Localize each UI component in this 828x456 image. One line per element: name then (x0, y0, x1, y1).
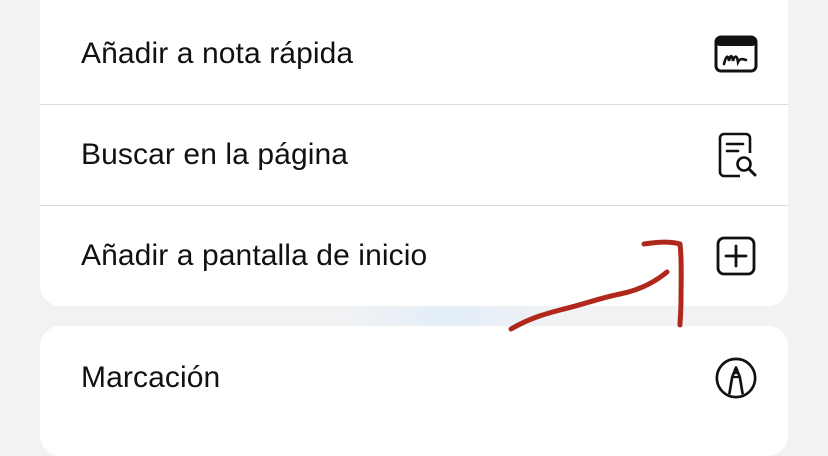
markup-group: Marcación (40, 326, 788, 456)
share-actions-group: Añadir a nota rápida Buscar en la página… (40, 0, 788, 306)
markup-row[interactable]: Marcación (40, 328, 788, 428)
add-to-home-screen-label: Añadir a pantalla de inicio (81, 239, 428, 272)
add-quick-note-row[interactable]: Añadir a nota rápida (40, 4, 788, 104)
markup-icon (714, 356, 758, 400)
find-on-page-label: Buscar en la página (81, 138, 349, 171)
background-highlight (330, 306, 570, 326)
find-on-page-icon (714, 132, 758, 178)
find-on-page-row[interactable]: Buscar en la página (40, 105, 788, 205)
markup-label: Marcación (81, 361, 221, 394)
add-quick-note-label: Añadir a nota rápida (81, 37, 354, 70)
add-to-home-screen-row[interactable]: Añadir a pantalla de inicio (40, 206, 788, 306)
quick-note-icon (714, 32, 758, 76)
add-square-icon (714, 234, 758, 278)
